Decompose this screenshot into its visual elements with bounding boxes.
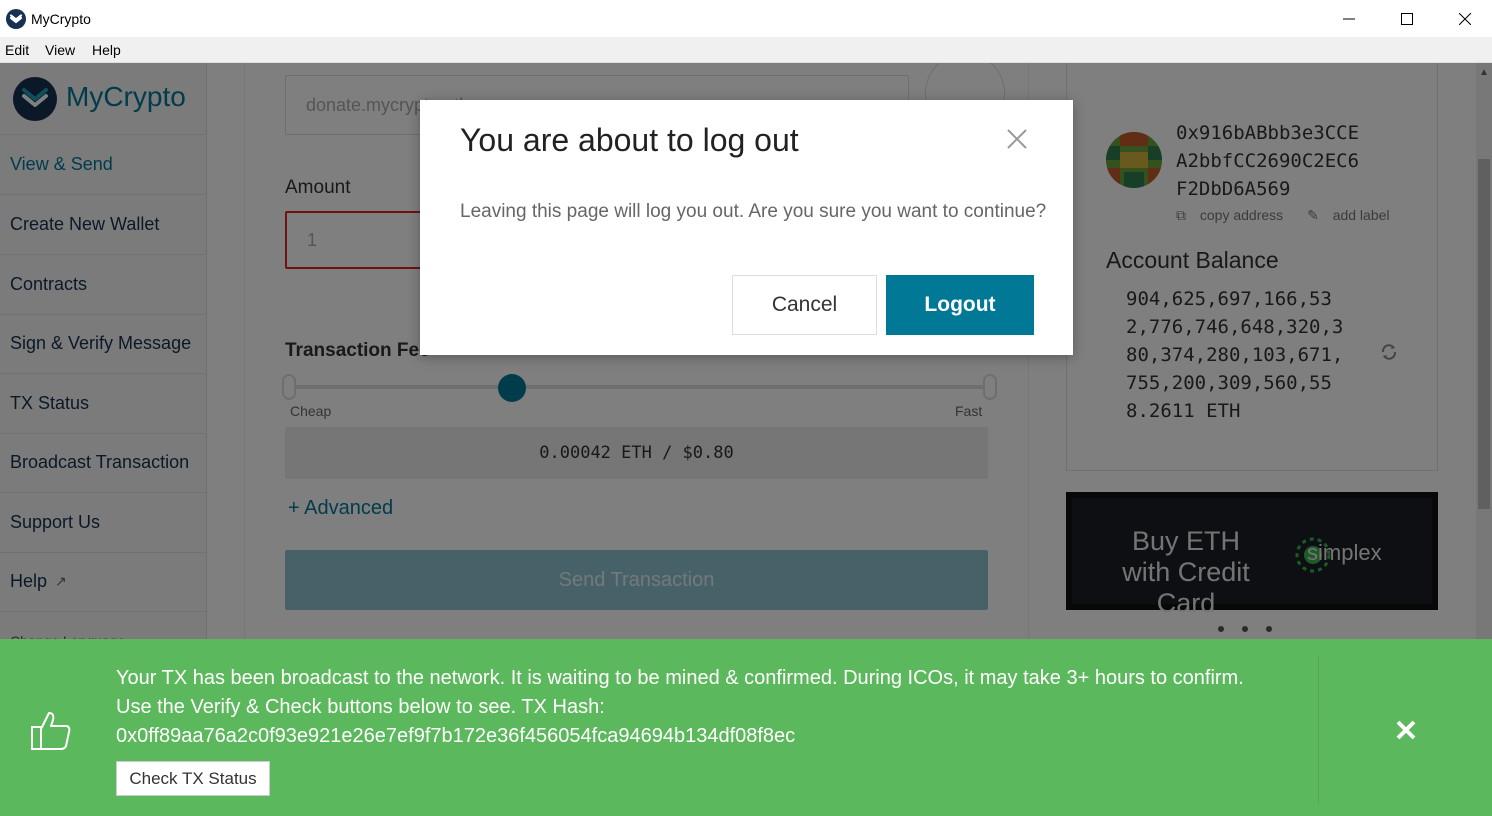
tx-hash: 0x0ff89aa76a2c0f93e921e26e7ef9f7b172e36f…: [116, 725, 796, 747]
check-tx-status-button[interactable]: Check TX Status: [116, 761, 270, 796]
tx-notification: Your TX has been broadcast to the networ…: [0, 639, 1492, 816]
cancel-button[interactable]: Cancel: [732, 275, 877, 335]
notification-divider: [1318, 655, 1319, 805]
title-bar: MyCrypto: [0, 0, 1492, 37]
maximize-button[interactable]: [1378, 0, 1436, 37]
notification-line: Your TX has been broadcast to the networ…: [116, 667, 1244, 689]
modal-message: Leaving this page will log you out. Are …: [460, 201, 1047, 222]
modal-title: You are about to log out: [460, 122, 799, 158]
close-window-button[interactable]: [1436, 0, 1492, 37]
menu-edit[interactable]: Edit: [5, 42, 29, 58]
close-icon[interactable]: [1395, 719, 1417, 746]
logout-modal: You are about to log out Leaving this pa…: [420, 100, 1073, 355]
menu-bar: Edit View Help: [0, 37, 1492, 63]
thumbs-up-icon: [30, 709, 72, 756]
window-title: MyCrypto: [31, 11, 91, 27]
menu-help[interactable]: Help: [92, 42, 121, 58]
logout-button[interactable]: Logout: [886, 275, 1034, 335]
app-logo-icon: [6, 9, 26, 29]
notification-line: Use the Verify & Check buttons below to …: [116, 696, 605, 718]
minimize-button[interactable]: [1320, 0, 1378, 37]
close-icon[interactable]: [1005, 127, 1029, 151]
notification-message: Your TX has been broadcast to the networ…: [116, 664, 1296, 751]
menu-view[interactable]: View: [45, 42, 75, 58]
